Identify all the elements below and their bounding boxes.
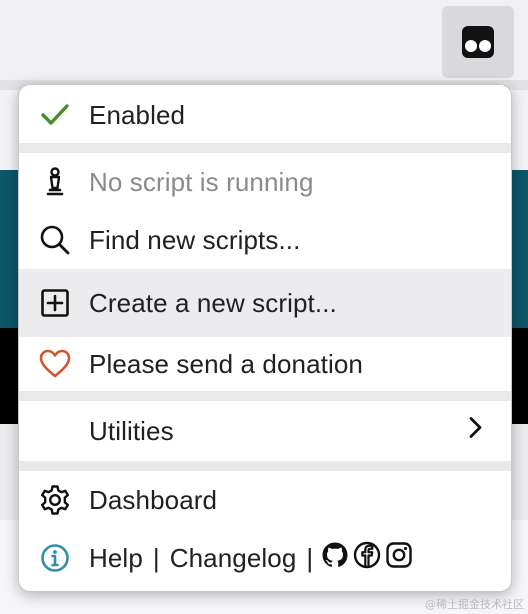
heart-icon xyxy=(39,348,71,380)
github-icon[interactable] xyxy=(321,541,349,576)
menu-item-enabled[interactable]: Enabled xyxy=(19,87,511,143)
menu-item-label: Find new scripts... xyxy=(89,224,301,255)
facebook-icon[interactable] xyxy=(353,541,381,576)
info-icon xyxy=(39,542,71,574)
menu-item-dashboard[interactable]: Dashboard xyxy=(19,471,511,529)
help-link[interactable]: Help xyxy=(89,543,143,574)
chess-pawn-icon xyxy=(39,166,71,198)
link-separator: | xyxy=(306,542,314,573)
social-links xyxy=(321,541,413,576)
menu-item-label: Dashboard xyxy=(89,484,218,515)
menu-item-no-script: No script is running xyxy=(19,153,511,211)
menu-item-label: Enabled xyxy=(89,99,186,130)
instagram-icon[interactable] xyxy=(385,541,413,576)
tampermonkey-logo-icon xyxy=(462,26,494,58)
menu-item-donation[interactable]: Please send a donation xyxy=(19,337,511,391)
menu-item-create-script[interactable]: Create a new script... xyxy=(19,269,511,337)
tampermonkey-extension-button[interactable] xyxy=(442,6,514,78)
link-separator: | xyxy=(152,542,160,573)
plus-square-icon xyxy=(39,287,71,319)
check-icon xyxy=(39,99,71,131)
menu-item-find-scripts[interactable]: Find new scripts... xyxy=(19,211,511,269)
extension-popup-menu: Enabled No script is running Find new sc… xyxy=(18,84,512,592)
menu-item-label: Utilities xyxy=(89,415,174,446)
menu-item-label: No script is running xyxy=(89,166,314,197)
menu-item-utilities[interactable]: Utilities xyxy=(19,401,511,461)
menu-item-label: Please send a donation xyxy=(89,348,363,379)
gear-icon xyxy=(39,484,71,516)
menu-item-help-row: Help | Changelog | xyxy=(19,529,511,587)
watermark-text: @稀土掘金技术社区 xyxy=(425,598,524,611)
chevron-right-icon xyxy=(467,416,483,447)
changelog-link[interactable]: Changelog xyxy=(170,543,297,574)
menu-item-label: Create a new script... xyxy=(89,287,337,318)
search-icon xyxy=(39,224,71,256)
